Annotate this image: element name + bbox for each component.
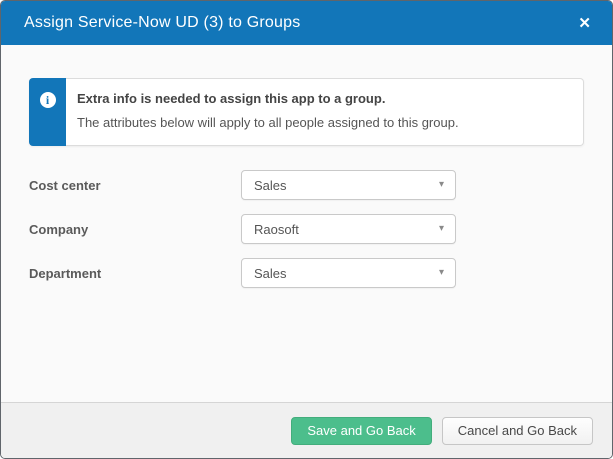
modal-header: Assign Service-Now UD (3) to Groups ✕ bbox=[1, 1, 612, 45]
chevron-down-icon: ▾ bbox=[439, 180, 444, 190]
info-banner-title: Extra info is needed to assign this app … bbox=[77, 91, 571, 106]
cost-center-label: Cost center bbox=[29, 178, 241, 193]
form-row-cost-center: Cost center Sales ▾ bbox=[29, 170, 584, 200]
chevron-down-icon: ▾ bbox=[439, 224, 444, 234]
assign-to-groups-modal: Assign Service-Now UD (3) to Groups ✕ i … bbox=[0, 0, 613, 459]
chevron-down-icon: ▾ bbox=[439, 268, 444, 278]
info-banner-content: Extra info is needed to assign this app … bbox=[66, 78, 584, 146]
department-value: Sales bbox=[254, 266, 287, 281]
department-dropdown[interactable]: Sales ▾ bbox=[241, 258, 456, 288]
save-and-go-back-button[interactable]: Save and Go Back bbox=[291, 417, 431, 445]
modal-body: i Extra info is needed to assign this ap… bbox=[1, 45, 612, 402]
group-attributes-form: Cost center Sales ▾ Company Raosoft ▾ De… bbox=[29, 170, 584, 288]
department-label: Department bbox=[29, 266, 241, 281]
form-row-company: Company Raosoft ▾ bbox=[29, 214, 584, 244]
modal-title: Assign Service-Now UD (3) to Groups bbox=[24, 14, 300, 32]
cost-center-dropdown[interactable]: Sales ▾ bbox=[241, 170, 456, 200]
cost-center-value: Sales bbox=[254, 178, 287, 193]
info-banner-description: The attributes below will apply to all p… bbox=[77, 115, 571, 130]
close-icon[interactable]: ✕ bbox=[578, 16, 591, 31]
cancel-and-go-back-button[interactable]: Cancel and Go Back bbox=[442, 417, 593, 445]
form-row-department: Department Sales ▾ bbox=[29, 258, 584, 288]
company-label: Company bbox=[29, 222, 241, 237]
modal-footer: Save and Go Back Cancel and Go Back bbox=[1, 402, 612, 458]
info-banner: i Extra info is needed to assign this ap… bbox=[29, 78, 584, 146]
info-icon: i bbox=[40, 92, 56, 108]
info-banner-strip: i bbox=[29, 78, 66, 146]
company-value: Raosoft bbox=[254, 222, 299, 237]
company-dropdown[interactable]: Raosoft ▾ bbox=[241, 214, 456, 244]
